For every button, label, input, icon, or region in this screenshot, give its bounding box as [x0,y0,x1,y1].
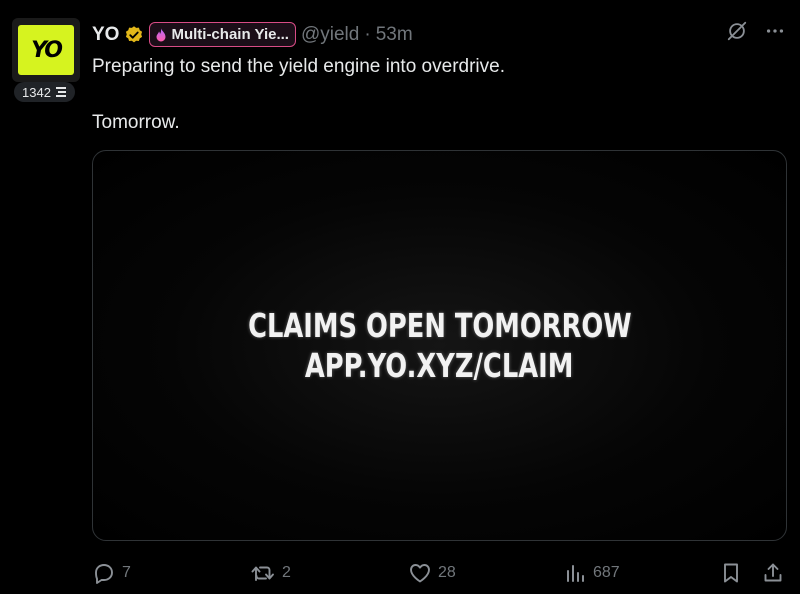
like-icon [410,564,430,583]
views-count: 687 [593,564,620,581]
avatar[interactable]: YO [12,18,80,82]
author-name[interactable]: YO [92,24,119,46]
more-icon[interactable] [764,20,786,47]
tweet-header: YO Multi-chain Yie... @yield · 53m [92,22,413,47]
tweet-text: Preparing to send the yield engine into … [92,55,782,135]
views-button[interactable]: 687 [565,560,620,586]
level-badge[interactable]: 1342 [14,82,75,102]
share-icon [764,563,782,582]
verified-gold-badge-icon[interactable] [124,25,144,45]
affiliate-label: Multi-chain Yie... [171,26,289,43]
bookmark-button[interactable] [720,560,742,586]
timestamp[interactable]: 53m [376,24,413,46]
level-stack-icon [55,87,66,97]
media-url-text: APP.YO.XYZ/CLAIM [305,345,574,385]
affiliate-badge[interactable]: Multi-chain Yie... [149,22,296,47]
reply-count: 7 [122,564,131,581]
tweet-paragraph: Preparing to send the yield engine into … [92,56,505,77]
tweet[interactable]: YO 1342 YO Multi-chain Yie... @yield · 5… [0,0,800,594]
tweet-paragraph: Tomorrow. [92,112,180,133]
reply-icon [95,564,113,584]
action-bar: 7 2 28 687 [92,560,792,586]
reply-button[interactable]: 7 [92,560,131,586]
views-icon [567,565,584,582]
author-handle[interactable]: @yield [301,24,359,46]
repost-count: 2 [282,564,291,581]
separator-dot: · [364,23,371,45]
level-value: 1342 [22,84,51,100]
avatar-logo: YO [18,25,74,75]
media-image[interactable]: CLAIMS OPEN TOMORROW APP.YO.XYZ/CLAIM [92,150,787,541]
media-headline: CLAIMS OPEN TOMORROW [247,305,632,345]
header-actions [726,20,786,47]
like-count: 28 [438,564,456,581]
like-button[interactable]: 28 [408,560,456,586]
repost-button[interactable]: 2 [250,560,291,586]
grok-icon[interactable] [726,20,748,47]
repost-icon [251,566,274,581]
affiliate-flame-icon [156,28,166,41]
bookmark-icon [724,563,738,583]
share-button[interactable] [762,560,784,586]
